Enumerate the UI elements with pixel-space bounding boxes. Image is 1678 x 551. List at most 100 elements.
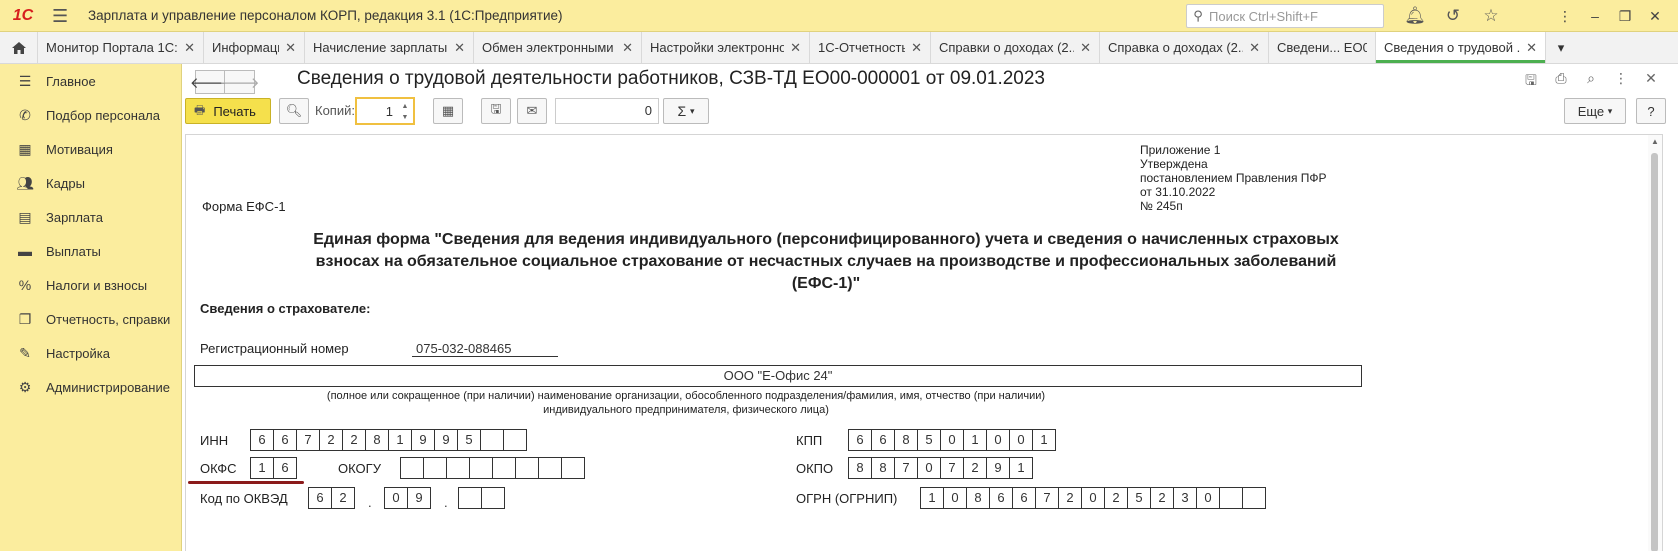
digit-cell: 9 [986, 457, 1010, 479]
restore-icon[interactable]: ❐ [1610, 8, 1640, 25]
scroll-up-icon[interactable]: ▲ [1648, 135, 1662, 149]
digit-cell: 1 [250, 457, 274, 479]
tab-income-certificates[interactable]: Справки о доходах (2... ✕ [931, 32, 1100, 63]
close-icon[interactable]: ✕ [622, 40, 633, 56]
spreadsheet-document[interactable]: Приложение 1 Утверждена постановлением П… [185, 134, 1663, 551]
global-search-input[interactable]: ⚲ Поиск Ctrl+Shift+F [1186, 4, 1384, 28]
search-placeholder: Поиск Ctrl+Shift+F [1209, 8, 1318, 24]
heading-line: взносах на обязательное социальное страх… [315, 253, 1337, 270]
sidebar-item-payments[interactable]: ▬ Выплаты [0, 234, 181, 268]
digit-cell: 1 [1009, 457, 1033, 479]
digit-cell [538, 457, 562, 479]
sidebar-item-label: Настройка [46, 345, 110, 361]
close-icon[interactable]: ✕ [1636, 70, 1666, 94]
sidebar-item-recruitment[interactable]: ✆ Подбор персонала [0, 98, 181, 132]
print-button[interactable]: 🖶 Печать [185, 98, 271, 124]
tab-income-certificate[interactable]: Справка о доходах (2... ✕ [1100, 32, 1269, 63]
sidebar-item-main[interactable]: ☰ Главное [0, 64, 181, 98]
digit-cell: 8 [848, 457, 872, 479]
menu-icon[interactable]: ☰ [52, 7, 74, 25]
okfs-highlight-underline [188, 481, 304, 484]
search-icon: ⚲ [1193, 8, 1203, 23]
tab-payroll[interactable]: Начисление зарплаты... ✕ [305, 32, 474, 63]
minimize-icon[interactable]: – [1580, 8, 1610, 24]
sidebar-item-label: Выплаты [46, 243, 101, 259]
sidebar-item-label: Главное [46, 73, 96, 89]
close-icon[interactable]: ✕ [1080, 40, 1091, 56]
close-icon[interactable]: ✕ [454, 40, 465, 56]
digit-cell [400, 457, 424, 479]
digit-cell: 0 [384, 487, 408, 509]
tabs-dropdown-icon[interactable]: ▾ [1546, 32, 1576, 63]
forward-button[interactable]: 🡒 [219, 70, 260, 94]
table-view-button[interactable]: ▦ [433, 98, 463, 124]
digit-cell: 1 [388, 429, 412, 451]
preview-icon[interactable]: ⌕ [1576, 70, 1606, 94]
digit-cell: 0 [917, 457, 941, 479]
save-button[interactable]: 🖫 [481, 98, 511, 124]
digit-cell: 5 [917, 429, 941, 451]
copies-stepper[interactable]: ▲ ▼ [399, 101, 411, 123]
close-icon[interactable]: ✕ [911, 40, 922, 56]
sum-field[interactable]: 0 [555, 98, 659, 124]
close-icon[interactable]: ✕ [790, 40, 801, 56]
digit-cell: 8 [365, 429, 389, 451]
star-icon[interactable]: ☆ [1472, 6, 1510, 26]
close-icon[interactable]: ✕ [1640, 8, 1670, 25]
app-title: Зарплата и управление персоналом КОРП, р… [88, 8, 563, 23]
print-icon[interactable]: ⎙ [1546, 70, 1576, 94]
bell-icon[interactable]: 🔔︎ [1396, 6, 1434, 26]
help-button[interactable]: ? [1636, 98, 1666, 124]
close-icon[interactable]: ✕ [184, 40, 195, 56]
gift-icon: ▦ [18, 140, 32, 157]
sidebar-item-salary[interactable]: ▤ Зарплата [0, 200, 181, 234]
vertical-scrollbar[interactable]: ▲ [1648, 135, 1662, 551]
digit-cell: 0 [940, 429, 964, 451]
close-icon[interactable]: ✕ [1249, 40, 1260, 56]
okved-dot: . [368, 495, 372, 510]
tab-information[interactable]: Информация ✕ [204, 32, 305, 63]
scroll-thumb[interactable] [1651, 153, 1658, 551]
more-menu-icon[interactable]: ⋮ [1550, 8, 1580, 25]
sidebar-item-taxes[interactable]: % Налоги и взносы [0, 268, 181, 302]
1c-logo[interactable]: 1С [8, 5, 38, 27]
tab-work-info-active[interactable]: Сведения о трудовой ... ✕ [1376, 32, 1546, 63]
save-icon[interactable]: 🖫 [1516, 70, 1546, 94]
digit-cell: 7 [296, 429, 320, 451]
close-icon[interactable]: ✕ [1526, 40, 1537, 56]
digit-cell: 5 [1127, 487, 1151, 509]
history-icon[interactable]: ↺ [1434, 6, 1472, 26]
sidebar-item-administration[interactable]: ⚙ Администрирование [0, 370, 181, 404]
sum-button[interactable]: Σ ▾ [663, 98, 709, 124]
tab-portal-monitor[interactable]: Монитор Портала 1С:... ✕ [38, 32, 204, 63]
preview-button[interactable]: 🔍︎ [279, 98, 309, 124]
digit-cell [481, 487, 505, 509]
digit-cell: 2 [342, 429, 366, 451]
save-icon: 🖫 [490, 101, 502, 116]
digit-cell [492, 457, 516, 479]
tab-e-settings[interactable]: Настройки электронно... ✕ [642, 32, 810, 63]
sidebar-item-reporting[interactable]: ❐ Отчетность, справки [0, 302, 181, 336]
email-button[interactable]: ✉ [517, 98, 547, 124]
digit-cell: 1 [920, 487, 944, 509]
sidebar-item-motivation[interactable]: ▦ Мотивация [0, 132, 181, 166]
tab-info-eo00[interactable]: Сведени... ЕО00- [1269, 32, 1376, 63]
digit-cell: 2 [1104, 487, 1128, 509]
tab-label: Настройки электронно... [650, 40, 785, 55]
sidebar-item-hr[interactable]: 👥︎ Кадры [0, 166, 181, 200]
tab-label: Справка о доходах (2... [1108, 40, 1244, 55]
phone-icon: ✆ [19, 106, 31, 123]
toolbar: 🖶 Печать 🔍︎ Копий: 1 ▲ ▼ ▦ 🖫 ✉ 0 Σ ▾ Еще ▾… [183, 97, 1678, 128]
close-icon[interactable]: ✕ [285, 40, 296, 56]
tab-edm-exchange[interactable]: Обмен электронными ... ✕ [474, 32, 642, 63]
digit-cell [469, 457, 493, 479]
sidebar-item-settings[interactable]: ✎ Настройка [0, 336, 181, 370]
appendix-line: Приложение 1 [1140, 143, 1221, 157]
more-menu-icon[interactable]: ⋮ [1606, 70, 1636, 94]
copies-input[interactable]: 1 ▲ ▼ [355, 97, 415, 125]
title-bar: 1С ☰ Зарплата и управление персоналом КО… [0, 0, 1678, 32]
tab-1c-reporting[interactable]: 1С-Отчетность ✕ [810, 32, 931, 63]
home-icon[interactable] [0, 32, 38, 63]
more-button[interactable]: Еще ▾ [1564, 98, 1626, 124]
printer-icon: 🖶 [194, 102, 206, 117]
